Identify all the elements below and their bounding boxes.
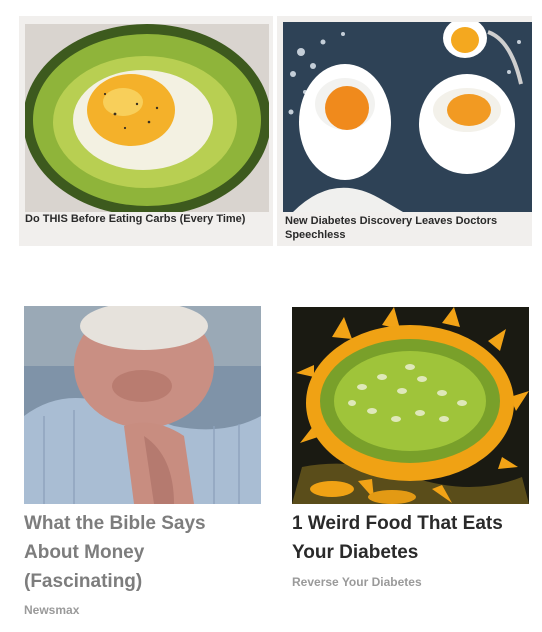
soft-boiled-eggs-image[interactable] [283, 22, 532, 212]
ad-source[interactable]: Newsmax [24, 603, 79, 617]
ad-title[interactable]: What the Bible Says About Money (Fascina… [24, 509, 254, 596]
horned-melon-image[interactable] [292, 307, 529, 504]
avocado-egg-image[interactable] [25, 24, 269, 212]
ad-source[interactable]: Reverse Your Diabetes [292, 575, 422, 589]
ad-title[interactable]: Do THIS Before Eating Carbs (Every Time) [25, 212, 263, 226]
ad-card-melon[interactable]: 1 Weird Food That Eats Your Diabetes Rev… [289, 304, 534, 624]
ad-title[interactable]: 1 Weird Food That Eats Your Diabetes [292, 509, 528, 567]
ad-card-eggs[interactable]: New Diabetes Discovery Leaves Doctors Sp… [277, 16, 532, 246]
praying-man-image[interactable] [24, 306, 261, 504]
ad-card-bible[interactable]: What the Bible Says About Money (Fascina… [19, 304, 265, 624]
ad-title[interactable]: New Diabetes Discovery Leaves Doctors Sp… [285, 214, 525, 242]
ad-card-avocado[interactable]: Do THIS Before Eating Carbs (Every Time) [19, 16, 273, 246]
